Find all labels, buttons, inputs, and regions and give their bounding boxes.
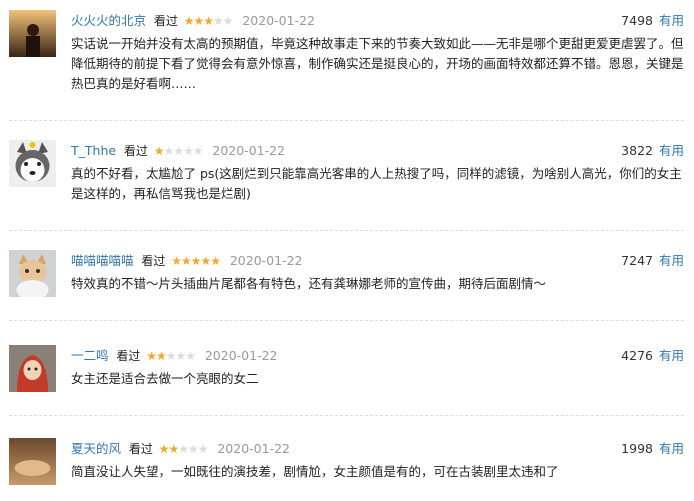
vote-area: 1998 有用	[621, 440, 684, 458]
divider	[9, 230, 684, 231]
username-link[interactable]: T_Thhe	[71, 143, 116, 158]
star-icon: ★	[180, 254, 192, 268]
star-icon: ★	[210, 254, 221, 268]
comment-date: 2020-01-22	[229, 253, 303, 268]
username-link[interactable]: 一二鸣	[71, 348, 109, 363]
comment-date: 2020-01-22	[212, 143, 286, 158]
watched-label: 看过	[128, 442, 153, 456]
vote-count: 1998	[621, 441, 653, 456]
star-icon: ★	[173, 144, 184, 158]
star-icon: ★	[168, 442, 179, 456]
username-link[interactable]: 夏天的风	[71, 441, 121, 456]
star-icon: ★	[192, 144, 204, 158]
user-avatar[interactable]	[9, 10, 56, 57]
star-icon: ★	[183, 14, 195, 28]
username-link[interactable]: 火火火的北京	[71, 13, 146, 28]
useful-button[interactable]: 有用	[659, 13, 684, 28]
star-icon: ★	[175, 349, 186, 363]
star-icon: ★	[146, 349, 157, 363]
star-icon: ★	[153, 144, 165, 158]
star-icon: ★	[187, 442, 199, 456]
comment-text: 实话说一开始并没有太高的预期值，毕竟这种故事走下来的节奏大致如此——无非是哪个更…	[71, 36, 684, 91]
star-icon: ★	[158, 442, 170, 456]
rating-stars: ★★★★★	[146, 347, 196, 365]
star-icon: ★	[203, 14, 214, 28]
comment-date: 2020-01-22	[217, 441, 290, 456]
useful-button[interactable]: 有用	[659, 253, 684, 268]
star-icon: ★	[163, 144, 175, 158]
comment-list: 火火火的北京 看过 ★★★★★ 2020-01-22 7498 有用 实话说一开始…	[0, 0, 694, 501]
divider	[9, 415, 684, 416]
comment-header: 夏天的风 看过 ★★★★★ 2020-01-22	[71, 440, 290, 458]
star-icon: ★	[200, 254, 211, 268]
user-avatar[interactable]	[9, 250, 56, 297]
comment-header: T_Thhe 看过 ★★★★★ 2020-01-22	[71, 142, 285, 160]
rating-stars: ★★★★★	[183, 12, 234, 30]
vote-count: 7498	[621, 13, 653, 28]
user-avatar[interactable]	[9, 140, 56, 187]
star-icon: ★	[178, 442, 189, 456]
username-link[interactable]: 喵喵喵喵喵	[71, 253, 134, 268]
star-icon: ★	[193, 14, 204, 28]
comment-header: 喵喵喵喵喵 看过 ★★★★★ 2020-01-22	[71, 252, 303, 270]
star-icon: ★	[185, 349, 196, 363]
comment-header: 一二鸣 看过 ★★★★★ 2020-01-22	[71, 347, 278, 365]
rating-stars: ★★★★★	[153, 142, 204, 160]
vote-area: 7247 有用	[621, 252, 684, 270]
vote-count: 7247	[621, 253, 653, 268]
useful-button[interactable]: 有用	[659, 143, 684, 158]
divider	[9, 120, 684, 121]
avatar-sunset-icon	[9, 10, 56, 57]
comment-text: 简直没让人失望，一如既往的演技差，剧情尬，女主颜值是有的，可在古装剧里太违和了	[71, 464, 559, 479]
user-avatar[interactable]	[9, 438, 56, 485]
comment-date: 2020-01-22	[204, 348, 278, 363]
star-icon: ★	[171, 254, 182, 268]
avatar-cat-icon	[9, 250, 56, 297]
avatar-landscape-icon	[9, 438, 56, 485]
comment-date: 2020-01-22	[242, 13, 315, 28]
rating-stars: ★★★★★	[158, 440, 209, 458]
comment-text: 女主还是适合去做一个亮眼的女二	[71, 371, 259, 386]
avatar-child-icon	[9, 345, 56, 392]
user-avatar[interactable]	[9, 345, 56, 392]
avatar-husky-icon	[9, 140, 56, 187]
star-icon: ★	[183, 144, 194, 158]
vote-area: 4276 有用	[621, 347, 684, 365]
watched-label: 看过	[123, 144, 148, 158]
vote-area: 3822 有用	[621, 142, 684, 160]
rating-stars: ★★★★★	[171, 252, 221, 270]
watched-label: 看过	[153, 14, 178, 28]
vote-area: 7498 有用	[621, 12, 684, 30]
comment-text: 特效真的不错～片头插曲片尾都各有特色，还有龚琳娜老师的宣传曲，期待后面剧情～	[71, 276, 547, 291]
comment-text: 真的不好看，太尴尬了 ps(这剧烂到只能靠高光客串的人上热搜了吗，同样的滤镜，为…	[71, 166, 682, 201]
vote-count: 4276	[621, 348, 653, 363]
useful-button[interactable]: 有用	[659, 441, 684, 456]
star-icon: ★	[197, 442, 209, 456]
useful-button[interactable]: 有用	[659, 348, 684, 363]
watched-label: 看过	[116, 349, 141, 363]
divider	[9, 320, 684, 321]
star-icon: ★	[222, 14, 234, 28]
star-icon: ★	[155, 349, 167, 363]
comment-header: 火火火的北京 看过 ★★★★★ 2020-01-22	[71, 12, 315, 30]
star-icon: ★	[212, 14, 224, 28]
watched-label: 看过	[141, 254, 166, 268]
vote-count: 3822	[621, 143, 653, 158]
